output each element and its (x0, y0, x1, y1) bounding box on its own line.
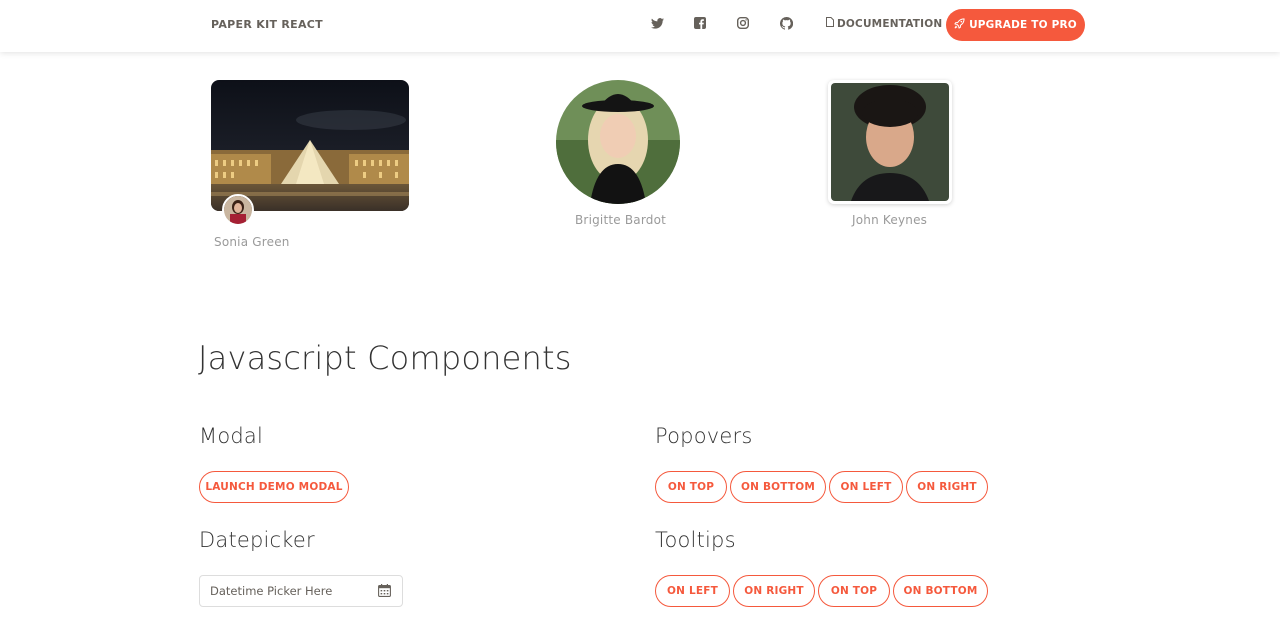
popover-on-top-button[interactable]: ON TOP (655, 471, 727, 503)
brand-link[interactable]: PAPER KIT REACT (211, 18, 323, 31)
github-icon[interactable] (779, 16, 793, 30)
rounded-landscape-image (211, 80, 409, 211)
tooltip-on-left-button[interactable]: ON LEFT (655, 575, 730, 607)
small-avatar-image (222, 194, 254, 226)
popover-on-right-button[interactable]: ON RIGHT (906, 471, 988, 503)
file-icon (826, 17, 834, 30)
calendar-icon[interactable] (378, 584, 392, 598)
image-caption: John Keynes (852, 213, 928, 227)
image-caption: Brigitte Bardot (575, 213, 667, 227)
modal-heading: Modal (199, 424, 263, 448)
upgrade-label: UPGRADE TO PRO (969, 19, 1077, 31)
circle-portrait-image (556, 80, 680, 204)
datepicker-heading: Datepicker (199, 528, 315, 552)
image-caption: Sonia Green (214, 235, 290, 249)
navbar: PAPER KIT REACT DOCUMENTATION UPGRADE TO… (0, 0, 1280, 52)
tooltips-heading: Tooltips (655, 528, 736, 552)
datepicker-input[interactable]: Datetime Picker Here (199, 575, 403, 607)
facebook-icon[interactable] (693, 16, 707, 30)
tooltip-on-bottom-button[interactable]: ON BOTTOM (893, 575, 988, 607)
tooltip-on-top-button[interactable]: ON TOP (818, 575, 890, 607)
popover-on-bottom-button[interactable]: ON BOTTOM (730, 471, 826, 503)
upgrade-to-pro-button[interactable]: UPGRADE TO PRO (946, 9, 1085, 41)
popovers-heading: Popovers (655, 424, 753, 448)
rocket-icon (954, 18, 965, 32)
section-title: Javascript Components (198, 339, 572, 377)
twitter-icon[interactable] (650, 16, 664, 30)
documentation-link[interactable]: DOCUMENTATION (826, 17, 942, 30)
instagram-icon[interactable] (736, 16, 750, 30)
datepicker-placeholder: Datetime Picker Here (210, 584, 333, 598)
tooltip-on-right-button[interactable]: ON RIGHT (733, 575, 815, 607)
launch-demo-modal-button[interactable]: LAUNCH DEMO MODAL (199, 471, 349, 503)
thumbnail-portrait-image (828, 80, 952, 204)
popover-on-left-button[interactable]: ON LEFT (829, 471, 903, 503)
documentation-label: DOCUMENTATION (837, 17, 943, 30)
